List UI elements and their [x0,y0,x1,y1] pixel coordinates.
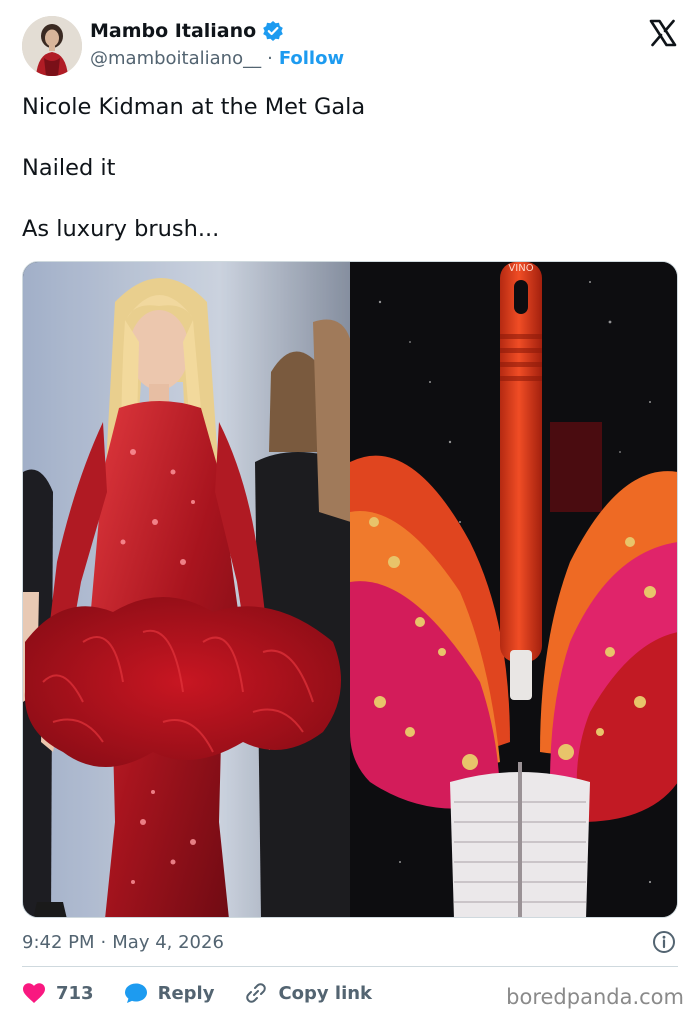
handle-separator: · [267,48,273,69]
tweet-line: As luxury brush... [22,216,220,242]
watermark: boredpanda.com [506,985,684,1009]
tweet-header: Mambo Italiano @mamboitaliano__ · Follow [22,16,678,78]
tweet-line: Nailed it [22,155,116,181]
link-icon [244,981,268,1005]
handle[interactable]: @mamboitaliano__ [90,48,261,69]
like-count: 713 [56,982,94,1004]
media-image-brush[interactable]: VINO [350,262,677,917]
tweet-text: Nicole Kidman at the Met Gala Nailed it … [22,92,678,275]
tweet-actions: 713 Reply Copy link [22,978,402,1008]
media-image-gown[interactable] [23,262,350,917]
meta-separator: · [100,931,107,953]
reply-bubble-icon [124,982,148,1004]
like-button[interactable]: 713 [22,982,94,1004]
follow-button[interactable]: Follow [279,48,344,69]
avatar[interactable] [22,16,82,76]
tweet-date[interactable]: May 4, 2026 [112,932,224,953]
tweet-media[interactable]: VINO [22,261,678,918]
info-icon[interactable] [652,930,676,954]
verified-badge-icon [262,20,284,42]
tweet-time[interactable]: 9:42 PM [22,932,95,953]
tweet-line: Nicole Kidman at the Met Gala [22,94,366,120]
x-logo-icon[interactable] [648,18,678,48]
tweet-meta: 9:42 PM · May 4, 2026 [22,928,678,956]
brush-label: VINO [508,263,533,274]
copy-link-button[interactable]: Copy link [244,981,372,1005]
divider [22,966,678,967]
display-name[interactable]: Mambo Italiano [90,20,256,42]
reply-button[interactable]: Reply [124,982,215,1004]
heart-icon [22,982,46,1004]
copy-link-label: Copy link [278,982,373,1004]
reply-label: Reply [157,982,215,1004]
